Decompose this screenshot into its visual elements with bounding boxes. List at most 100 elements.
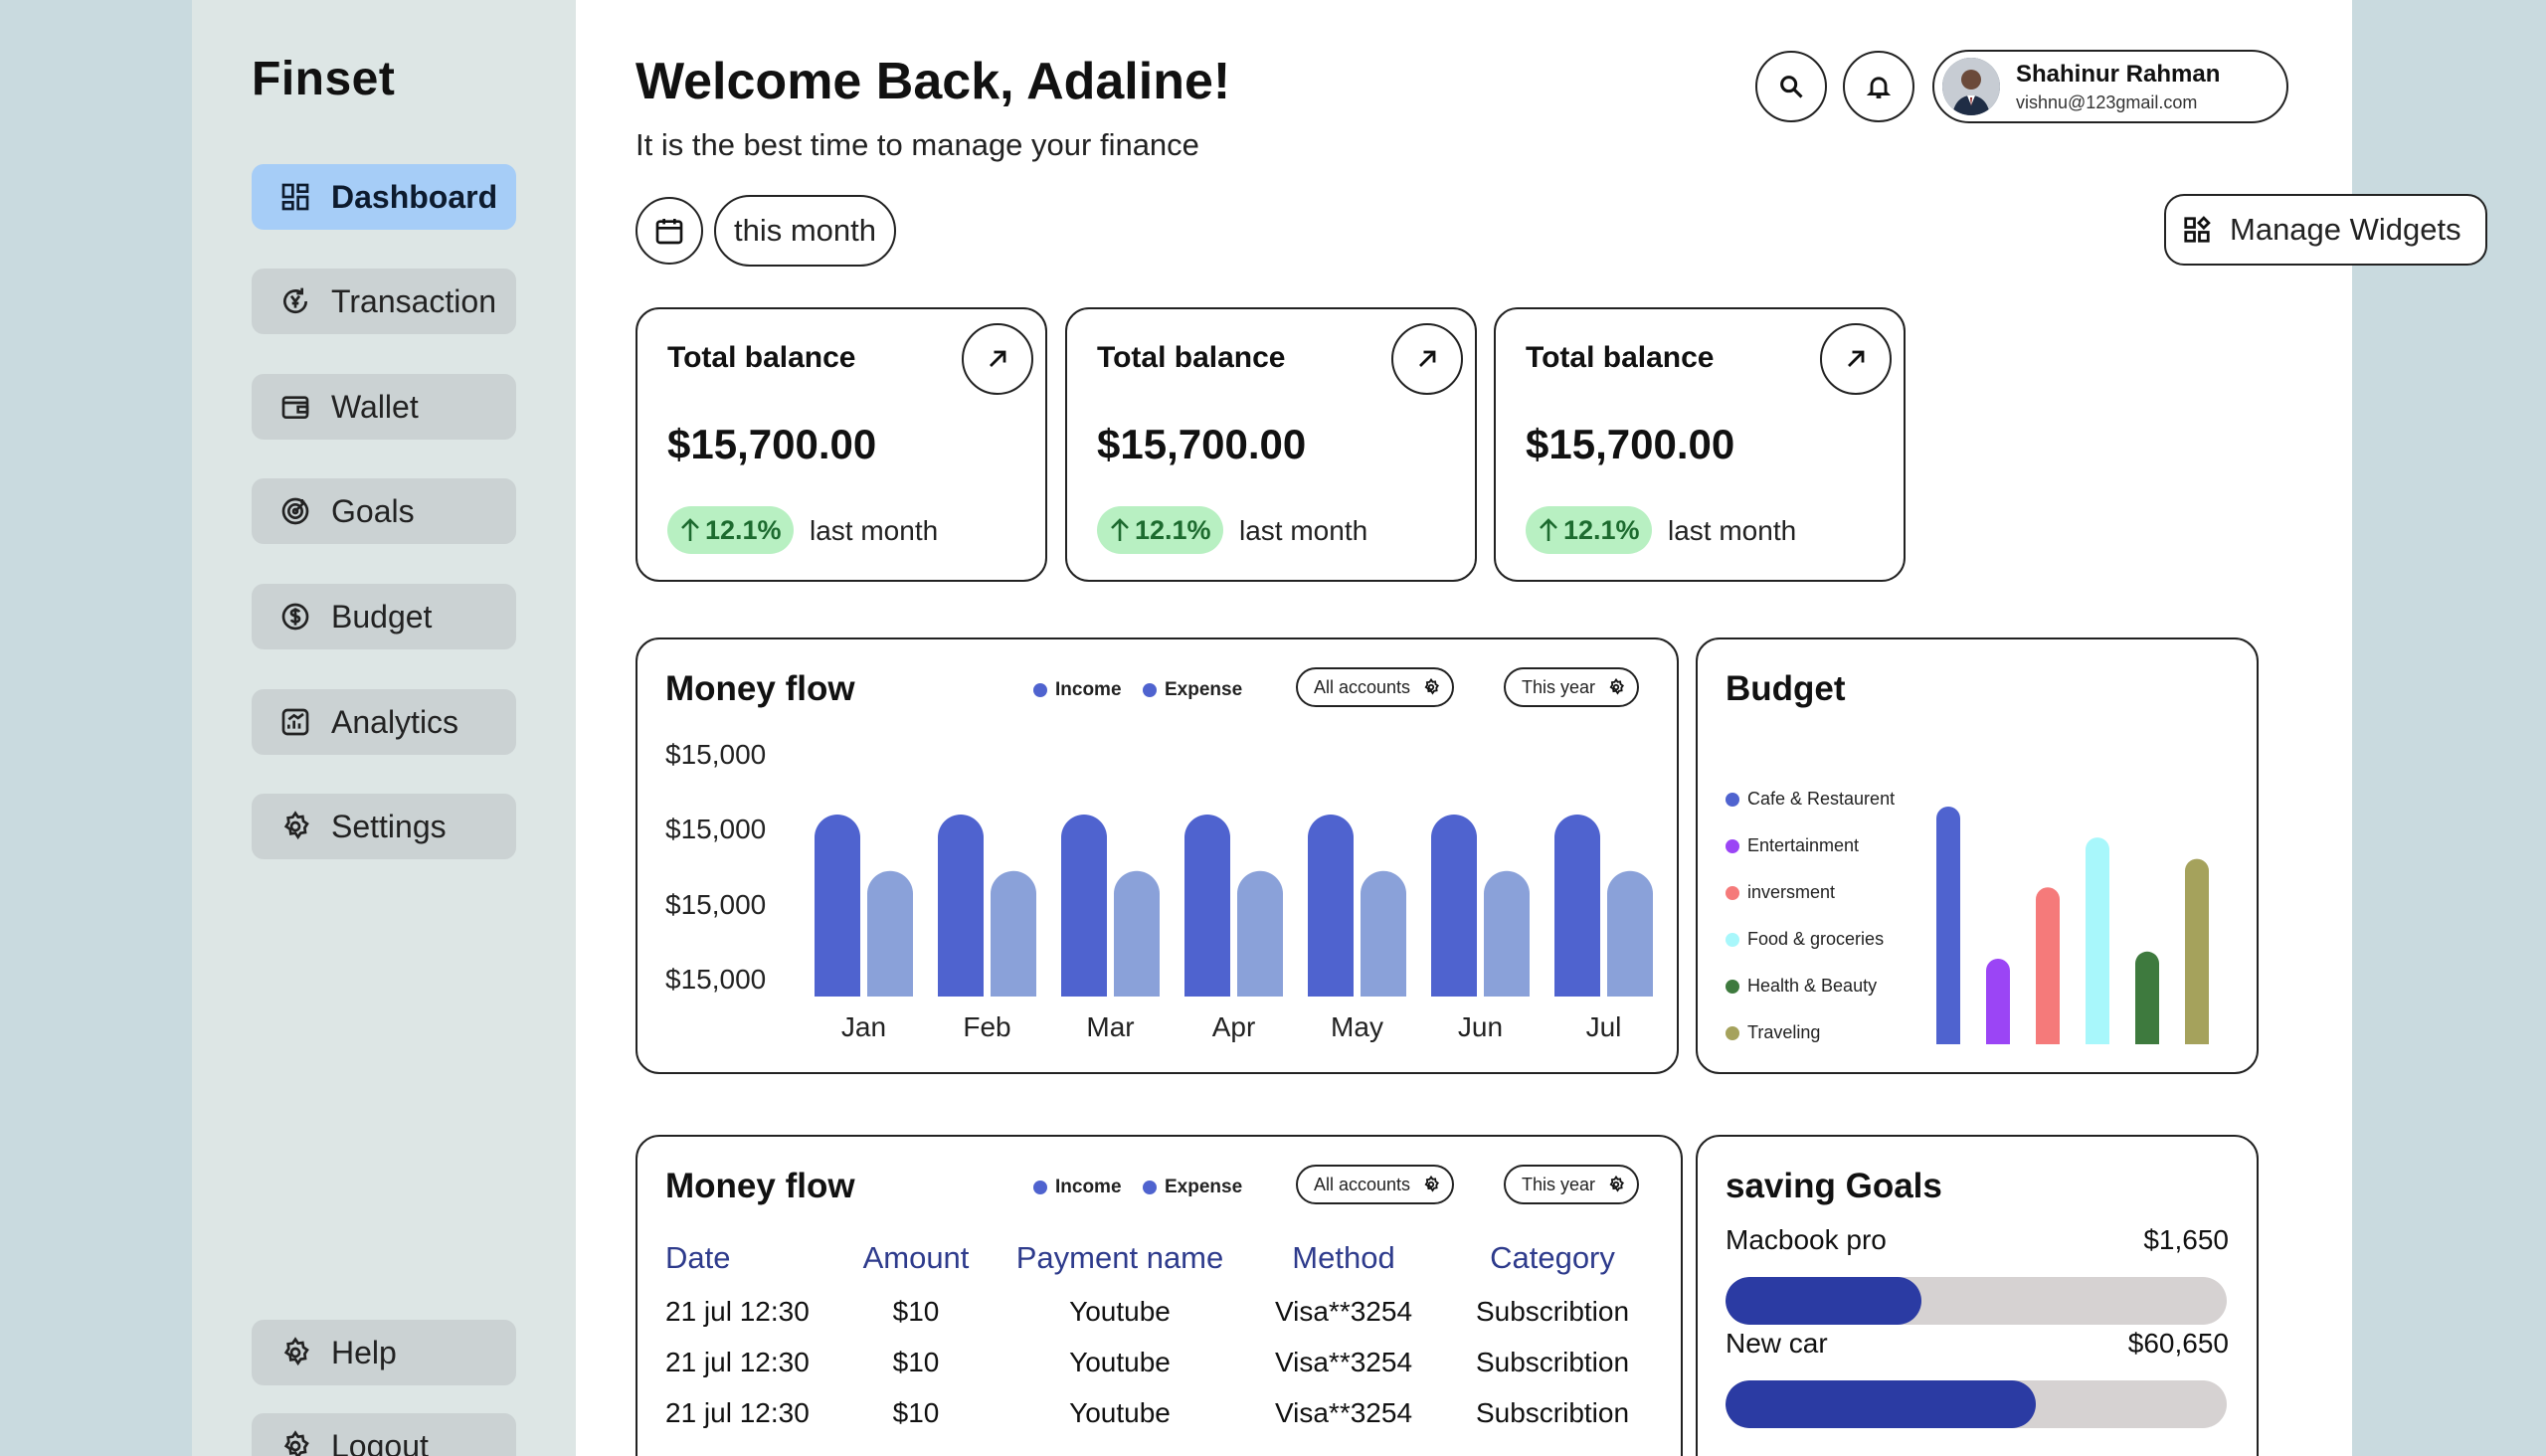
sidebar-item-label: Goals (331, 492, 415, 529)
column-header-payment-name[interactable]: Payment name (1005, 1240, 1234, 1276)
arrow-up-right-icon (990, 350, 1006, 367)
budget-bar-5 (2135, 951, 2159, 1044)
arrow-up-icon (1540, 518, 1557, 541)
transactions-panel: Money flow Income Expense All accounts T… (636, 1135, 1683, 1456)
sidebar-item-label: Wallet (331, 388, 419, 425)
goal-amount: $60,650 (2127, 1328, 2229, 1359)
sidebar-item-label: Help (331, 1334, 397, 1370)
card-note: last month (810, 515, 939, 546)
bar-income-jul (1554, 815, 1600, 997)
balance-card: Total balance $15,700.00 12.1% last mont… (1494, 307, 1906, 582)
cell-date: 21 jul 12:30 (665, 1347, 810, 1377)
card-note: last month (1239, 515, 1368, 546)
cell-method: Visa**3254 (1274, 1347, 1413, 1377)
change-value: 12.1% (1563, 514, 1640, 545)
dashboard-icon (281, 183, 309, 211)
budget-bar-3 (2036, 887, 2060, 1044)
arrow-up-icon (681, 518, 699, 541)
user-profile[interactable]: Shahinur Rahman vishnu@123gmail.com (1932, 50, 2288, 123)
column-header-method[interactable]: Method (1254, 1240, 1433, 1276)
sidebar-item-goals[interactable]: Goals (252, 478, 516, 544)
x-tick-label: Feb (963, 1011, 1011, 1042)
sidebar-item-analytics[interactable]: Analytics (252, 689, 516, 755)
bar-expense-may (1361, 870, 1406, 997)
sidebar-item-dashboard[interactable]: Dashboard (252, 164, 516, 230)
app-page: Finset Dashboard Transaction Wallet Goal… (192, 0, 2487, 1456)
legend-dot (1033, 1181, 1047, 1194)
card-title: Total balance (1097, 341, 1286, 374)
budget-icon (281, 603, 309, 631)
avatar (1942, 58, 2000, 115)
sidebar-item-transaction[interactable]: Transaction (252, 269, 516, 334)
widgets-icon (2184, 216, 2211, 243)
x-tick-label: Mar (1086, 1011, 1135, 1042)
wallet-icon (281, 396, 309, 419)
period-filter[interactable]: This year (1504, 1165, 1640, 1204)
card-open-button[interactable] (1391, 323, 1463, 395)
column-header-date[interactable]: Date (665, 1240, 730, 1276)
x-tick-label: Jun (1457, 1011, 1504, 1042)
analytics-icon (281, 708, 309, 736)
budget-bar-1 (1936, 807, 1960, 1044)
change-badge: 12.1% (1526, 506, 1652, 554)
legend-expense: Expense (1143, 1177, 1242, 1198)
x-tick-label: May (1331, 1011, 1383, 1042)
money-flow-bars (815, 815, 1653, 997)
bar-expense-jan (867, 870, 913, 997)
legend-label: Expense (1165, 1177, 1243, 1197)
main-content: Welcome Back, Adaline! It is the best ti… (576, 0, 2487, 1456)
budget-bar-2 (1986, 958, 2010, 1044)
sidebar-item-budget[interactable]: Budget (252, 584, 516, 649)
bar-expense-feb (991, 870, 1036, 997)
period-selector[interactable]: this month (714, 195, 897, 267)
cell-category: Subscribtion (1475, 1296, 1630, 1327)
search-icon (1780, 76, 1803, 98)
user-email: vishnu@123gmail.com (2016, 91, 2198, 112)
arrow-up-icon (1111, 518, 1129, 541)
legend-income: Income (1033, 1177, 1122, 1198)
x-tick-label: Jan (840, 1011, 887, 1042)
card-amount: $15,700.00 (667, 421, 877, 467)
cell-method: Visa**3254 (1274, 1397, 1413, 1428)
arrow-up-right-icon (1419, 350, 1436, 367)
bar-income-may (1308, 815, 1354, 997)
cell-amount: $10 (892, 1296, 940, 1327)
x-tick-label: Apr (1211, 1011, 1256, 1042)
accounts-filter[interactable]: All accounts (1296, 1165, 1455, 1204)
cell-date: 21 jul 12:30 (665, 1397, 810, 1428)
goal-progress-bar (1726, 1277, 2227, 1325)
card-open-button[interactable] (1820, 323, 1892, 395)
goals-icon (281, 497, 309, 525)
sidebar-item-logout[interactable]: Logout (252, 1413, 516, 1456)
gear-icon (1424, 1176, 1440, 1192)
cell-payment-name: Youtube (1069, 1347, 1171, 1377)
cell-method: Visa**3254 (1274, 1296, 1413, 1327)
sidebar-item-help[interactable]: Help (252, 1320, 516, 1385)
settings-icon (283, 811, 309, 840)
notifications-button[interactable] (1843, 51, 1914, 122)
legend-label: Income (1055, 1177, 1122, 1197)
sidebar-item-wallet[interactable]: Wallet (252, 374, 516, 440)
goal-progress-fill (1726, 1380, 2037, 1428)
goal-label: New car (1726, 1328, 1828, 1359)
change-badge: 12.1% (1097, 506, 1223, 554)
column-header-amount[interactable]: Amount (836, 1240, 996, 1276)
bar-expense-mar (1114, 870, 1160, 997)
bell-icon (1866, 77, 1892, 98)
filter-label: All accounts (1314, 1174, 1411, 1194)
search-button[interactable] (1755, 51, 1827, 122)
bar-expense-apr (1237, 870, 1283, 997)
user-name: Shahinur Rahman (2016, 60, 2221, 88)
calendar-button[interactable] (636, 197, 703, 265)
page-title: Welcome Back, Adaline! (636, 53, 1231, 110)
manage-widgets-button[interactable]: Manage Widgets (2164, 194, 2487, 266)
saving-goals-panel: saving Goals Macbook pro $1,650 New car … (1696, 1135, 2259, 1456)
sidebar-item-settings[interactable]: Settings (252, 794, 516, 859)
column-header-category[interactable]: Category (1453, 1240, 1652, 1276)
bar-expense-jul (1607, 870, 1653, 997)
cell-date: 21 jul 12:30 (665, 1296, 810, 1327)
balance-card: Total balance $15,700.00 12.1% last mont… (636, 307, 1047, 582)
card-open-button[interactable] (962, 323, 1033, 395)
budget-bars (1936, 807, 2209, 1044)
sidebar-item-label: Logout (331, 1427, 429, 1456)
